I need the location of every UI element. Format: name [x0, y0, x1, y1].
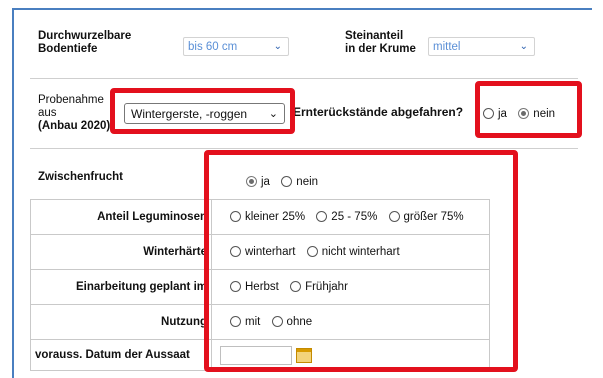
chevron-down-icon: ⌄ [273, 41, 282, 52]
catch-crop-label: Zwischenfrucht [38, 171, 123, 183]
incorporation-label: Einarbeitung geplant im [30, 269, 212, 305]
stone-share-select[interactable]: mittel ⌄ [428, 37, 535, 56]
highlight-box [475, 81, 582, 138]
stone-share-label: Steinanteil in der Krume [345, 30, 416, 55]
highlight-box [204, 150, 518, 372]
divider [30, 148, 578, 149]
legume-share-label: Anteil Leguminosen [30, 199, 212, 235]
winter-hardiness-label: Winterhärte [30, 234, 212, 270]
rooting-depth-label: Durchwurzelbare Bodentiefe [38, 30, 132, 55]
sowing-date-label: vorauss. Datum der Aussaat [30, 339, 212, 371]
sampling-year-label: (Anbau 2020) [38, 120, 111, 132]
sampling-label-aus: aus [38, 107, 57, 119]
stone-share-value: mittel [433, 41, 461, 53]
residues-question: Ernterückstände abgefahren? [293, 105, 464, 119]
rooting-depth-value: bis 60 cm [188, 41, 238, 53]
chevron-down-icon: ⌄ [519, 41, 528, 52]
sampling-label: Probenahme [38, 94, 104, 106]
divider [30, 78, 578, 79]
highlight-box [110, 88, 295, 134]
rooting-depth-select[interactable]: bis 60 cm ⌄ [183, 37, 289, 56]
usage-label: Nutzung [30, 304, 212, 340]
